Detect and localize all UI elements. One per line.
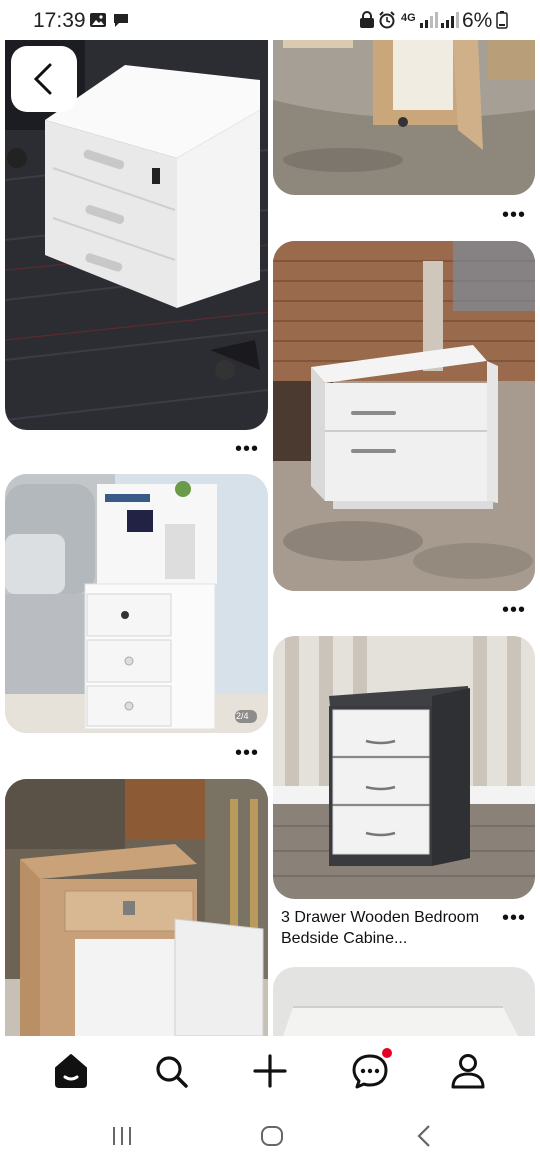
plus-icon bbox=[253, 1054, 287, 1088]
home-icon bbox=[55, 1054, 87, 1088]
message-icon bbox=[114, 14, 128, 27]
back-button[interactable] bbox=[11, 46, 77, 112]
more-options-button[interactable]: ••• bbox=[235, 439, 263, 459]
person-icon bbox=[451, 1054, 485, 1089]
more-options-button[interactable]: ••• bbox=[502, 205, 530, 225]
system-navigation-bar bbox=[0, 1106, 540, 1170]
network-type-label: 4G bbox=[401, 12, 416, 24]
more-options-button[interactable]: ••• bbox=[502, 600, 530, 620]
nav-profile[interactable] bbox=[447, 1050, 489, 1092]
pin-photo bbox=[273, 636, 535, 899]
bottom-navigation bbox=[0, 1036, 540, 1106]
back-nav-icon[interactable] bbox=[414, 1124, 434, 1148]
status-bar: 17:39 4G 6% bbox=[0, 0, 540, 40]
pin-image[interactable] bbox=[273, 241, 535, 591]
status-time: 17:39 bbox=[33, 9, 86, 32]
alarm-icon bbox=[379, 11, 395, 29]
chevron-left-icon bbox=[33, 63, 52, 95]
lock-screen-icon bbox=[360, 11, 374, 28]
gallery-icon bbox=[90, 13, 106, 27]
pin-image[interactable]: 2/4 bbox=[5, 474, 268, 733]
pin-photo bbox=[273, 241, 535, 591]
pin-photo bbox=[5, 779, 268, 1036]
nav-home[interactable] bbox=[50, 1050, 92, 1092]
pin-caption[interactable]: 3 Drawer Wooden Bedroom Bedside Cabine..… bbox=[281, 907, 491, 949]
notification-dot bbox=[380, 1046, 394, 1060]
pin-image[interactable] bbox=[273, 40, 535, 195]
battery-percentage: 6% bbox=[462, 9, 493, 32]
pin-image[interactable] bbox=[273, 636, 535, 899]
more-options-button[interactable]: ••• bbox=[235, 743, 263, 763]
pin-photo bbox=[273, 967, 535, 1036]
pin-photo bbox=[5, 474, 268, 733]
pin-image[interactable] bbox=[5, 779, 268, 1036]
recent-apps-icon[interactable] bbox=[110, 1124, 134, 1148]
image-count-badge: 2/4 bbox=[236, 711, 249, 721]
more-options-button[interactable]: ••• bbox=[502, 908, 530, 928]
nav-create[interactable] bbox=[249, 1050, 291, 1092]
signal-icon bbox=[420, 12, 459, 28]
home-button-icon[interactable] bbox=[260, 1124, 284, 1148]
nav-search[interactable] bbox=[150, 1050, 192, 1092]
search-icon bbox=[156, 1056, 188, 1088]
pin-photo bbox=[273, 40, 535, 195]
pin-image[interactable] bbox=[273, 967, 535, 1036]
battery-icon bbox=[496, 11, 508, 29]
